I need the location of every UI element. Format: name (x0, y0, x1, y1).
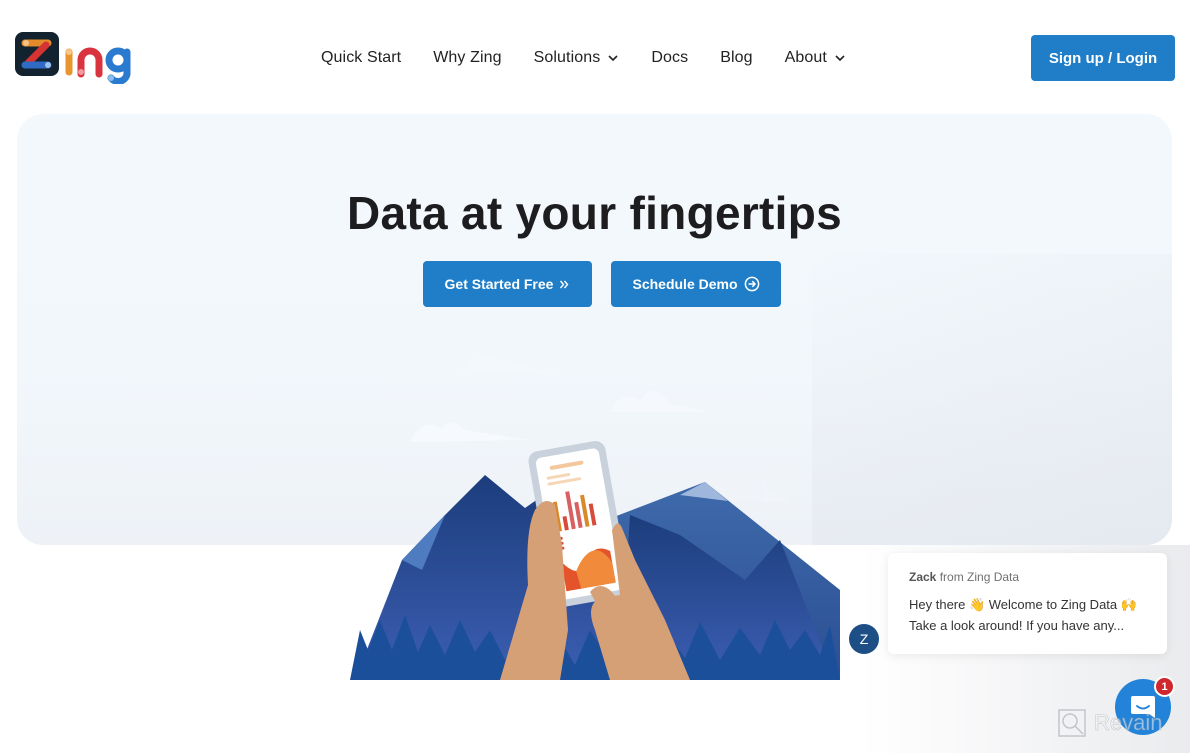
chat-message-line-2: Take a look around! If you have any... (909, 618, 1125, 633)
chevron-down-icon (835, 55, 845, 62)
arrow-circle-right-icon (744, 276, 759, 292)
get-started-free-button[interactable]: Get Started Free (423, 261, 592, 307)
site-header: Quick Start Why Zing Solutions Docs Blog… (0, 0, 1190, 114)
chat-preview-bubble[interactable]: Zack from Zing Data Hey there 👋 Welcome … (888, 553, 1167, 654)
revain-logo-icon (1058, 709, 1086, 737)
unread-count-badge: 1 (1154, 676, 1175, 697)
chat-sender-suffix: from Zing Data (939, 570, 1020, 584)
nav-label: Solutions (533, 49, 601, 66)
nav-blog[interactable]: Blog (720, 49, 752, 67)
watermark-text: Revain (1094, 710, 1163, 736)
nav-solutions[interactable]: Solutions (534, 49, 620, 67)
nav-quick-start[interactable]: Quick Start (321, 49, 401, 67)
cta-label: Schedule Demo (632, 276, 738, 292)
hero-title: Data at your fingertips (346, 187, 843, 239)
nav-docs[interactable]: Docs (651, 49, 688, 67)
hero-illustration (350, 356, 840, 680)
chat-sender: Zack from Zing Data (909, 570, 1167, 584)
hero-shade (812, 254, 1172, 545)
zing-logo[interactable] (14, 30, 132, 84)
signup-login-button[interactable]: Sign up / Login (1031, 35, 1175, 81)
nav-label: Docs (651, 49, 689, 66)
nav-why-zing[interactable]: Why Zing (433, 49, 501, 67)
revain-watermark: Revain (1056, 707, 1163, 739)
chat-agent-avatar[interactable]: Z (849, 624, 879, 654)
chevron-down-icon (608, 55, 618, 62)
double-chevron-right-icon (560, 280, 569, 288)
nav-label: Blog (720, 49, 753, 66)
nav-label: Why Zing (433, 49, 502, 66)
cta-label: Get Started Free (444, 276, 554, 292)
chat-message-line-1: Hey there 👋 Welcome to Zing Data 🙌 (909, 597, 1137, 612)
main-nav: Quick Start Why Zing Solutions Docs Blog… (321, 46, 878, 70)
schedule-demo-button[interactable]: Schedule Demo (611, 261, 781, 307)
nav-label: Quick Start (321, 49, 402, 66)
chat-sender-name: Zack (909, 570, 937, 584)
nav-about[interactable]: About (785, 49, 846, 67)
nav-label: About (784, 49, 827, 66)
